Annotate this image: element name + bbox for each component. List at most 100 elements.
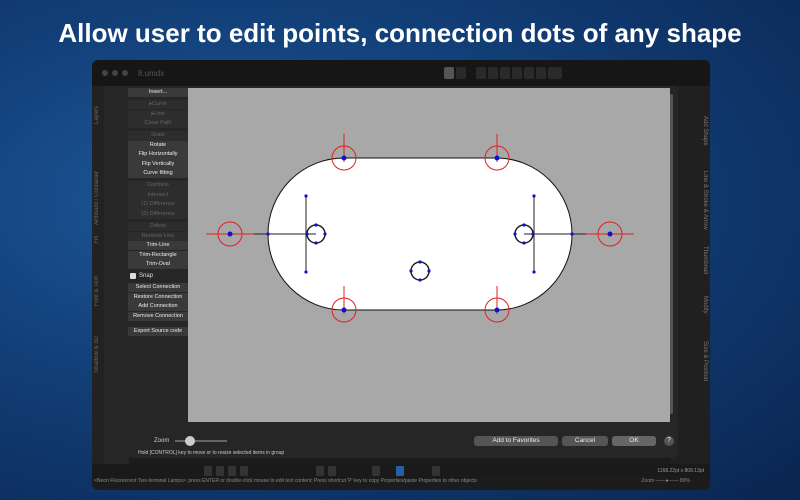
flip-horizontally-item[interactable]: Flip Horizontally xyxy=(128,150,188,160)
trim-line-item[interactable]: Trim-Line xyxy=(128,241,188,251)
edit-canvas[interactable] xyxy=(188,88,670,422)
shape-editor[interactable] xyxy=(188,88,670,422)
curve-fitting-item[interactable]: Curve fitting xyxy=(128,169,188,179)
export-source-button[interactable]: Export Source code xyxy=(128,326,188,337)
oval-tool-icon[interactable] xyxy=(456,67,466,79)
zoom-control: Zoom xyxy=(154,436,228,446)
tab-line-stroke[interactable]: Line & Stroke & Arrow xyxy=(698,171,708,230)
line-item: ▸Line xyxy=(128,109,188,119)
zoom-slider-knob[interactable] xyxy=(185,436,196,446)
tab-add-shape[interactable]: Add Shape xyxy=(698,116,708,146)
restore-connection-item[interactable]: Restore Connection xyxy=(128,292,188,302)
tab-font-text[interactable]: Font & Text xyxy=(94,276,104,306)
bottom-toolbar: 1168.22pt x 808.13pt xyxy=(92,464,710,478)
edit-point[interactable] xyxy=(494,307,500,313)
document-dimensions: 1168.22pt x 808.13pt xyxy=(657,468,704,474)
rectangle-tool-icon[interactable] xyxy=(548,67,562,79)
edit-point[interactable] xyxy=(227,231,233,237)
remove-line-item: Remove Line xyxy=(128,231,188,241)
intersect-item: Intersect xyxy=(128,190,188,201)
edit-point[interactable] xyxy=(607,231,613,237)
tab-shadow-3d[interactable]: Shadow & 3D xyxy=(94,336,104,373)
arc-tool-icon[interactable] xyxy=(500,67,510,79)
edit-menu: Insert... ▸Curve ▸Line Close Path Scale … xyxy=(128,88,188,337)
edit-point[interactable] xyxy=(341,155,347,161)
edit-point[interactable] xyxy=(266,232,270,236)
help-button[interactable]: ? xyxy=(664,436,674,446)
align-icon[interactable] xyxy=(204,466,212,476)
zoom-slider[interactable] xyxy=(175,436,228,446)
trim-oval-item[interactable]: Trim-Oval xyxy=(128,260,188,270)
line-tool-icon[interactable] xyxy=(488,67,498,79)
connector-icon[interactable] xyxy=(240,466,248,476)
group-icon[interactable] xyxy=(216,466,224,476)
cancel-button[interactable]: Cancel xyxy=(562,436,608,446)
hint-text: Hold [CONTROL] key to move or to resize … xyxy=(138,450,285,456)
app-window: 8.umdx Layers Artboard / Container Fill … xyxy=(92,60,710,490)
connector-tool-icon[interactable] xyxy=(476,67,486,79)
edit-points-icon[interactable] xyxy=(372,466,380,476)
edit-point[interactable] xyxy=(427,269,431,273)
edit-point[interactable] xyxy=(341,307,347,313)
edit-point[interactable] xyxy=(304,270,308,274)
edit-point[interactable] xyxy=(314,241,318,245)
edit-point[interactable] xyxy=(304,194,308,198)
freeform-tool-icon[interactable] xyxy=(524,67,534,79)
close-window-button[interactable] xyxy=(102,70,108,76)
edit-point[interactable] xyxy=(323,232,327,236)
snap-label: Snap xyxy=(139,273,154,280)
edit-point[interactable] xyxy=(305,232,309,236)
edit-point[interactable] xyxy=(494,155,500,161)
pen-tool-icon[interactable] xyxy=(536,67,546,79)
delete-item: Delete xyxy=(128,222,188,232)
checkbox-icon xyxy=(130,273,136,280)
edit-point[interactable] xyxy=(409,269,413,273)
difference-1-item: (1) Difference xyxy=(128,200,188,210)
add-connection-item[interactable]: Add Connection xyxy=(128,302,188,312)
ok-button[interactable]: OK xyxy=(612,436,656,446)
edit-point[interactable] xyxy=(532,194,536,198)
edit-point[interactable] xyxy=(531,232,535,236)
edit-point[interactable] xyxy=(522,241,526,245)
edit-point[interactable] xyxy=(418,278,422,282)
fill-icon[interactable] xyxy=(396,466,404,476)
bottom-zoom-value[interactable]: 80% xyxy=(680,478,690,484)
bottom-zoom: Zoom ——●—— 80% xyxy=(641,478,690,484)
tab-size-position[interactable]: Size & Position xyxy=(698,341,708,381)
minimize-window-button[interactable] xyxy=(112,70,118,76)
rotate-item[interactable]: Rotate xyxy=(128,140,188,151)
tab-artboard[interactable]: Artboard / Container xyxy=(94,171,104,225)
edit-point[interactable] xyxy=(522,223,526,227)
send-backward-icon[interactable] xyxy=(328,466,336,476)
trim-rectangle-item[interactable]: Trim-Rectangle xyxy=(128,250,188,260)
vertical-scrollbar[interactable] xyxy=(670,94,673,414)
combine-item: Combine xyxy=(128,181,188,191)
zoom-label: Zoom xyxy=(154,438,170,444)
arrange-icon[interactable] xyxy=(228,466,236,476)
print-icon[interactable] xyxy=(432,466,440,476)
zoom-window-button[interactable] xyxy=(122,70,128,76)
scale-item: Scale xyxy=(128,131,188,141)
headline: Allow user to edit points, connection do… xyxy=(58,18,742,48)
tab-layers[interactable]: Layers xyxy=(94,106,104,124)
difference-2-item: (2) Difference xyxy=(128,209,188,220)
edit-point[interactable] xyxy=(570,232,574,236)
insert-button[interactable]: Insert... xyxy=(128,88,188,98)
edit-point[interactable] xyxy=(513,232,517,236)
elbow-tool-icon[interactable] xyxy=(512,67,522,79)
select-tool-icon[interactable] xyxy=(444,67,454,79)
select-connection-item[interactable]: Select Connection xyxy=(128,283,188,293)
bring-forward-icon[interactable] xyxy=(316,466,324,476)
window-title: 8.umdx xyxy=(138,68,165,78)
flip-vertically-item[interactable]: Flip Vertically xyxy=(128,159,188,169)
edit-point[interactable] xyxy=(532,270,536,274)
edit-point[interactable] xyxy=(314,223,318,227)
add-to-favorites-button[interactable]: Add to Favorites xyxy=(474,436,558,446)
tab-modify[interactable]: Modify xyxy=(698,296,708,314)
edit-point[interactable] xyxy=(418,260,422,264)
tab-fill[interactable]: Fill xyxy=(94,236,104,244)
tab-thumbnail[interactable]: Thumbnail xyxy=(698,246,708,274)
remove-connection-item[interactable]: Remove Connection xyxy=(128,311,188,321)
bottom-zoom-label: Zoom xyxy=(641,478,655,484)
snap-checkbox[interactable]: Snap xyxy=(130,273,188,280)
